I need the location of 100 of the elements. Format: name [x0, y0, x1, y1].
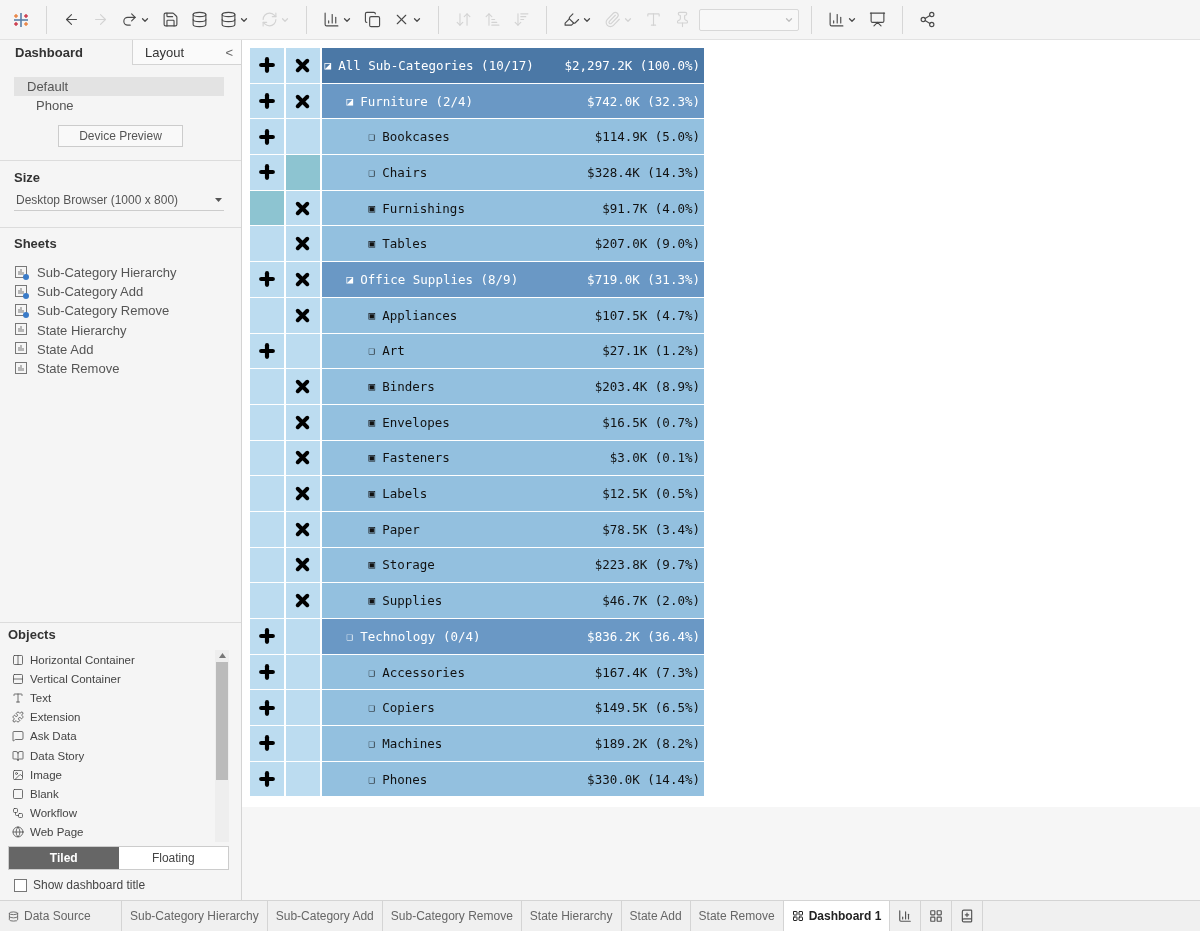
device-preview-button[interactable]: Device Preview: [58, 125, 183, 147]
hierarchy-bar[interactable]: ▣ Binders $203.4K (8.9%): [321, 369, 704, 404]
hierarchy-bar[interactable]: ▣ Furnishings $91.7K (4.0%): [321, 190, 704, 226]
add-cell[interactable]: [250, 440, 284, 476]
checkbox-glyph[interactable]: ▣: [368, 237, 376, 251]
sheet-tab[interactable]: Sub-Category Remove: [382, 901, 522, 931]
add-cell[interactable]: [250, 726, 284, 761]
remove-cell[interactable]: [285, 404, 320, 440]
add-cell[interactable]: [250, 48, 284, 83]
checkbox-glyph[interactable]: ❑: [368, 736, 376, 750]
hierarchy-bar[interactable]: ▣ Fasteners $3.0K (0.1%): [321, 440, 704, 476]
add-cell[interactable]: [250, 226, 284, 262]
add-cell[interactable]: [250, 369, 284, 404]
object-item[interactable]: Web Page: [30, 826, 84, 839]
add-cell[interactable]: [250, 155, 284, 190]
sheet-item[interactable]: State Remove: [37, 361, 120, 377]
remove-cell[interactable]: [285, 83, 320, 119]
checkbox-glyph[interactable]: ▣: [368, 522, 376, 536]
add-cell[interactable]: [250, 654, 284, 690]
hierarchy-bar[interactable]: ❑ Phones $330.0K (14.4%): [321, 761, 704, 797]
scrollbar[interactable]: [215, 650, 229, 842]
remove-cell[interactable]: [285, 226, 320, 262]
remove-cell[interactable]: [285, 440, 320, 476]
hierarchy-bar[interactable]: ▣ Envelopes $16.5K (0.7%): [321, 404, 704, 440]
checkbox-glyph[interactable]: ▣: [368, 415, 376, 429]
remove-cell[interactable]: [285, 654, 320, 690]
remove-cell[interactable]: [285, 619, 320, 654]
remove-cell[interactable]: [285, 190, 320, 226]
add-cell[interactable]: [250, 761, 284, 797]
sheet-tab[interactable]: Sub-Category Add: [267, 901, 383, 931]
layout-mode-toggle[interactable]: Tiled: [9, 847, 119, 869]
checkbox-glyph[interactable]: ❑: [368, 772, 376, 786]
add-cell[interactable]: [250, 190, 284, 226]
checkbox-glyph[interactable]: ❑: [368, 344, 376, 358]
add-cell[interactable]: [250, 511, 284, 547]
object-item[interactable]: Text: [30, 691, 52, 704]
hierarchy-bar[interactable]: ❑ Bookcases $114.9K (5.0%): [321, 119, 704, 155]
panel-tab[interactable]: Layout: [132, 40, 217, 65]
remove-cell[interactable]: [285, 726, 320, 761]
device-item[interactable]: Phone: [14, 96, 224, 115]
device-item[interactable]: Default: [14, 77, 224, 96]
sheet-item[interactable]: Sub-Category Hierarchy: [37, 265, 177, 281]
hierarchy-bar[interactable]: ▣ Supplies $46.7K (2.0%): [321, 583, 704, 618]
checkbox-glyph[interactable]: ▣: [368, 451, 376, 465]
checkbox-glyph[interactable]: ❑: [368, 130, 376, 144]
checkbox-glyph[interactable]: ▣: [368, 558, 376, 572]
checkbox-glyph[interactable]: ▣: [368, 201, 376, 215]
scroll-up-icon[interactable]: [218, 653, 226, 658]
sheet-item[interactable]: State Hierarchy: [37, 322, 127, 338]
add-cell[interactable]: [250, 690, 284, 726]
hierarchy-bar[interactable]: ◪ All Sub-Categories (10/17) $2,297.2K (100.0%): [321, 48, 704, 83]
add-cell[interactable]: [250, 297, 284, 333]
sheet-tab[interactable]: Data Source: [0, 901, 122, 931]
layout-mode-toggle[interactable]: Floating: [118, 847, 228, 869]
hierarchy-bar[interactable]: ▣ Appliances $107.5K (4.7%): [321, 297, 704, 333]
size-dropdown[interactable]: Desktop Browser (1000 x 800): [14, 193, 224, 211]
add-cell[interactable]: [250, 619, 284, 654]
remove-cell[interactable]: [285, 690, 320, 726]
checkbox-glyph[interactable]: ▣: [368, 594, 376, 608]
checkbox-glyph[interactable]: ▣: [368, 308, 376, 322]
checkbox-glyph[interactable]: ❑: [368, 701, 376, 715]
remove-cell[interactable]: [285, 583, 320, 618]
checkbox-glyph[interactable]: ◪: [324, 58, 332, 72]
add-cell[interactable]: [250, 333, 284, 369]
hierarchy-bar[interactable]: ▣ Labels $12.5K (0.5%): [321, 476, 704, 511]
add-cell[interactable]: [250, 404, 284, 440]
hierarchy-bar[interactable]: ❑ Machines $189.2K (8.2%): [321, 726, 704, 761]
remove-cell[interactable]: [285, 369, 320, 404]
hierarchy-bar[interactable]: ❑ Copiers $149.5K (6.5%): [321, 690, 704, 726]
add-cell[interactable]: [250, 476, 284, 511]
add-cell[interactable]: [250, 547, 284, 583]
sheet-item[interactable]: State Add: [37, 341, 94, 357]
checkbox-glyph[interactable]: ❑: [368, 165, 376, 179]
remove-cell[interactable]: [285, 761, 320, 797]
object-item[interactable]: Blank: [30, 787, 59, 800]
sheet-tab[interactable]: State Hierarchy: [521, 901, 622, 931]
sheet-tab[interactable]: Sub-Category Hierarchy: [122, 901, 268, 931]
remove-cell[interactable]: [285, 262, 320, 297]
object-item[interactable]: Ask Data: [30, 730, 77, 743]
add-cell[interactable]: [250, 83, 284, 119]
hierarchy-bar[interactable]: ▣ Paper $78.5K (3.4%): [321, 511, 704, 547]
sheet-item[interactable]: Sub-Category Add: [37, 284, 144, 300]
hierarchy-bar[interactable]: ▣ Storage $223.8K (9.7%): [321, 547, 704, 583]
hierarchy-bar[interactable]: ❑ Art $27.1K (1.2%): [321, 333, 704, 369]
remove-cell[interactable]: [285, 476, 320, 511]
object-item[interactable]: Image: [30, 768, 62, 781]
sheet-tab[interactable]: State Add: [621, 901, 691, 931]
remove-cell[interactable]: [285, 333, 320, 369]
hierarchy-bar[interactable]: ❑ Accessories $167.4K (7.3%): [321, 654, 704, 690]
hierarchy-bar[interactable]: ❑ Chairs $328.4K (14.3%): [321, 155, 704, 190]
checkbox-glyph[interactable]: ▣: [368, 487, 376, 501]
sheet-item[interactable]: Sub-Category Remove: [37, 303, 170, 319]
collapse-button[interactable]: <: [217, 40, 241, 65]
object-item[interactable]: Data Story: [30, 749, 85, 762]
checkbox-glyph[interactable]: ▣: [368, 380, 376, 394]
remove-cell[interactable]: [285, 119, 320, 155]
checkbox-glyph[interactable]: ❑: [368, 665, 376, 679]
sheet-tab[interactable]: State Remove: [690, 901, 784, 931]
object-item[interactable]: Vertical Container: [30, 672, 121, 685]
add-cell[interactable]: [250, 119, 284, 155]
